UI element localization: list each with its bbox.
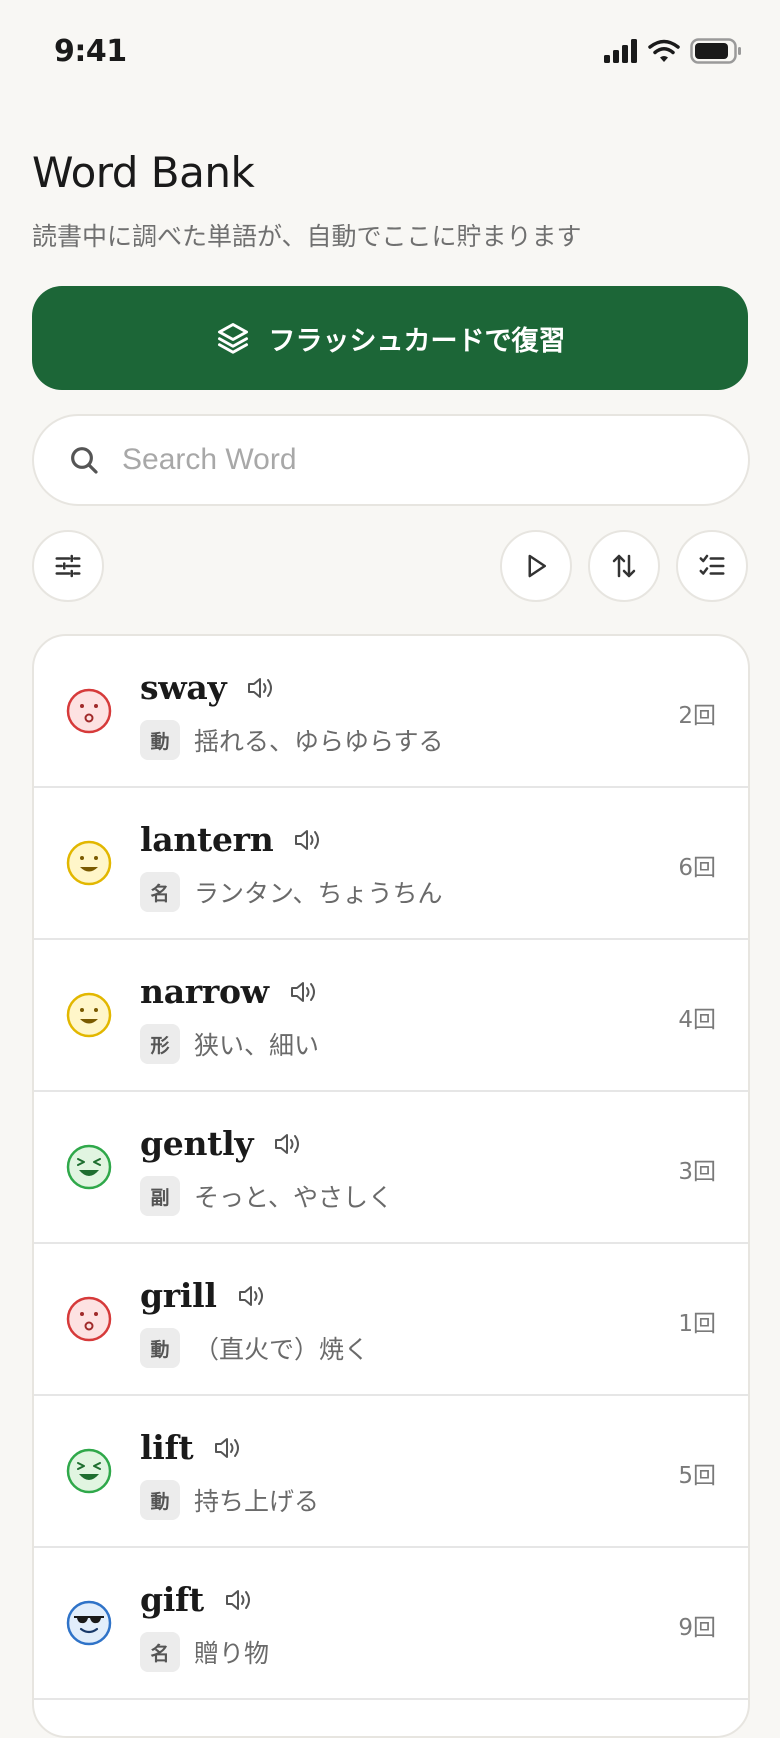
lookup-count: 2回 — [678, 703, 716, 729]
word-meaning: 贈り物 — [194, 1639, 270, 1668]
word-meaning: 狭い、細い — [194, 1031, 320, 1060]
word-list: sway 動 揺れる、ゆらゆらする 2回 lantern 名 ランタン、ちょうち… — [32, 634, 750, 1738]
lookup-count: 6回 — [678, 855, 716, 881]
speaker-icon[interactable] — [213, 1435, 243, 1461]
layers-icon — [217, 323, 248, 354]
speaker-icon[interactable] — [289, 979, 319, 1005]
lookup-count: 5回 — [678, 1463, 716, 1489]
meaning-line: 名 贈り物 — [140, 1632, 269, 1672]
word-meaning: ランタン、ちょうちん — [194, 879, 443, 908]
meaning-line: 動 揺れる、ゆらゆらする — [140, 720, 444, 760]
word-meaning: そっと、やさしく — [194, 1183, 394, 1212]
lookup-count: 9回 — [678, 1615, 716, 1641]
smile-face-icon — [66, 840, 112, 886]
word-row[interactable]: sway 動 揺れる、ゆらゆらする 2回 — [34, 636, 748, 788]
play-icon — [528, 554, 546, 578]
word-line: lantern — [140, 820, 323, 859]
word-line: narrow — [140, 972, 319, 1011]
word-row[interactable]: narrow 形 狭い、細い 4回 — [34, 940, 748, 1092]
page-subtitle: 読書中に調べた単語が、自動でここに貯まります — [32, 222, 582, 251]
word-line: sway — [140, 668, 276, 707]
word-row[interactable]: grill 動 （直火で）焼く 1回 — [34, 1244, 748, 1396]
part-of-speech-badge: 名 — [140, 872, 180, 912]
sort-button[interactable] — [588, 530, 660, 602]
word-line: gently — [140, 1124, 303, 1163]
wifi-icon — [648, 39, 680, 62]
word-meaning: （直火で）焼く — [194, 1335, 370, 1364]
sliders-icon — [55, 554, 81, 578]
meaning-line: 形 狭い、細い — [140, 1024, 319, 1064]
speaker-icon[interactable] — [246, 675, 276, 701]
checklist-icon — [699, 554, 725, 575]
part-of-speech-badge: 名 — [140, 1632, 180, 1672]
word-text: lift — [140, 1428, 194, 1467]
filter-button[interactable] — [32, 530, 104, 602]
word-row[interactable]: gently 副 そっと、やさしく 3回 — [34, 1092, 748, 1244]
smile-face-icon — [66, 992, 112, 1038]
word-line: gift — [140, 1580, 254, 1619]
speaker-icon[interactable] — [237, 1283, 267, 1309]
grin-face-icon — [66, 1144, 112, 1190]
word-text: gift — [140, 1580, 204, 1619]
select-mode-button[interactable] — [676, 530, 748, 602]
speaker-icon[interactable] — [224, 1587, 254, 1613]
word-text: gently — [140, 1124, 254, 1163]
speaker-icon[interactable] — [293, 827, 323, 853]
part-of-speech-badge: 動 — [140, 720, 180, 760]
search-input[interactable] — [120, 442, 684, 478]
part-of-speech-badge: 動 — [140, 1328, 180, 1368]
lookup-count: 3回 — [678, 1159, 716, 1185]
meaning-line: 動 持ち上げる — [140, 1480, 319, 1520]
page-header: Word Bank 読書中に調べた単語が、自動でここに貯まります — [32, 148, 748, 253]
sort-arrows-icon — [612, 554, 636, 578]
page-title: Word Bank — [32, 148, 255, 197]
part-of-speech-badge: 副 — [140, 1176, 180, 1216]
lookup-count: 4回 — [678, 1007, 716, 1033]
search-icon — [71, 447, 98, 474]
word-row[interactable]: gift 名 贈り物 9回 — [34, 1548, 748, 1700]
word-line: lift — [140, 1428, 243, 1467]
word-text: narrow — [140, 972, 269, 1011]
word-text: grill — [140, 1276, 217, 1315]
word-meaning: 持ち上げる — [194, 1487, 320, 1516]
word-row[interactable]: lift 動 持ち上げる 5回 — [34, 1396, 748, 1548]
surprised-face-icon — [66, 688, 112, 734]
search-bar — [32, 414, 750, 506]
part-of-speech-badge: 形 — [140, 1024, 180, 1064]
battery-icon — [690, 38, 741, 64]
word-text: sway — [140, 668, 227, 707]
status-time: 9:41 — [54, 34, 127, 69]
flashcard-review-button[interactable]: フラッシュカードで復習 — [32, 286, 748, 390]
sunglasses-face-icon — [66, 1600, 112, 1646]
flashcard-button-label: フラッシュカードで復習 — [268, 325, 566, 356]
signal-icon — [604, 39, 637, 63]
part-of-speech-badge: 動 — [140, 1480, 180, 1520]
meaning-line: 名 ランタン、ちょうちん — [140, 872, 443, 912]
meaning-line: 副 そっと、やさしく — [140, 1176, 393, 1216]
word-row[interactable]: lantern 名 ランタン、ちょうちん 6回 — [34, 788, 748, 940]
word-line: grill — [140, 1276, 267, 1315]
word-text: lantern — [140, 820, 274, 859]
grin-face-icon — [66, 1448, 112, 1494]
status-bar: 9:41 — [0, 0, 780, 106]
surprised-face-icon — [66, 1296, 112, 1342]
play-button[interactable] — [500, 530, 572, 602]
meaning-line: 動 （直火で）焼く — [140, 1328, 369, 1368]
word-meaning: 揺れる、ゆらゆらする — [194, 727, 444, 756]
speaker-icon[interactable] — [273, 1131, 303, 1157]
status-icons — [604, 38, 742, 64]
lookup-count: 1回 — [678, 1311, 716, 1337]
